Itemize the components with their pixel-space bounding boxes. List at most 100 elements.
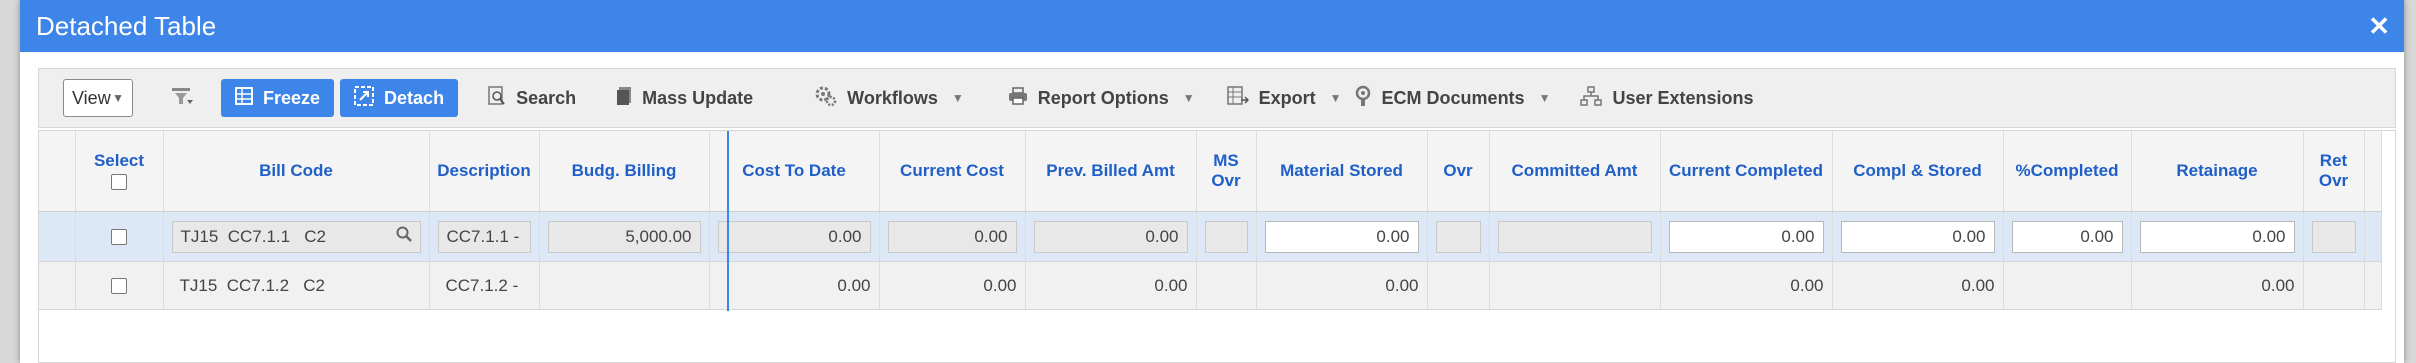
mass-update-label: Mass Update [642, 87, 754, 108]
pct-completed-input[interactable]: 0.00 [2011, 220, 2123, 253]
detach-label: Detach [384, 87, 445, 108]
filter-icon[interactable] [171, 86, 195, 111]
description-field[interactable]: CC7.1.1 - [437, 220, 531, 253]
col-ret-ovr[interactable]: Ret Ovr [2303, 131, 2365, 212]
current-completed-input[interactable]: 0.00 [1668, 220, 1824, 253]
description-cell: CC7.1.2 - [429, 261, 540, 310]
user-extensions-button[interactable]: User Extensions [1566, 79, 1767, 117]
ecm-documents-label: ECM Documents [1381, 87, 1525, 108]
export-caret-icon[interactable]: ▼ [1330, 91, 1342, 105]
ovr-cell [1427, 261, 1490, 310]
col-select[interactable]: Select [75, 131, 164, 212]
ret-ovr-cell [2303, 211, 2365, 262]
budg-billing-cell: 5,000.00 [539, 211, 710, 262]
row-select-checkbox[interactable] [111, 278, 127, 295]
ovr-field [1435, 220, 1481, 253]
export-icon [1226, 85, 1249, 111]
compl-stored-input[interactable]: 0.00 [1840, 220, 1995, 253]
col-ms-ovr-line2: Ovr [1211, 171, 1241, 190]
overflow-cell [2364, 211, 2382, 262]
col-cost-to-date[interactable]: Cost To Date [709, 131, 880, 212]
col-pct-completed[interactable]: %Completed [2003, 131, 2132, 212]
pct-completed-cell: 0.00 [2003, 211, 2132, 262]
document-icon [616, 86, 632, 111]
cost-to-date-cell: 0.00 [709, 211, 880, 262]
prev-billed-amt-cell: 0.00 [1025, 261, 1197, 310]
bill-code-cell: TJ15 CC7.1.2 C2 [163, 261, 430, 310]
ret-ovr-field [2311, 220, 2356, 253]
detached-table-dialog: Detached Table ✕ View ▼ Freeze Detach Se… [20, 0, 2404, 363]
col-bill-code[interactable]: Bill Code [163, 131, 430, 212]
budg-billing-cell [539, 261, 710, 310]
bill-code-cell: TJ15 CC7.1.1 C2 [163, 211, 430, 262]
ecm-icon [1354, 85, 1372, 112]
retainage-input[interactable]: 0.00 [2139, 220, 2295, 253]
prev-billed-amt-cell: 0.00 [1025, 211, 1197, 262]
ecm-documents-button[interactable]: ECM Documents [1354, 79, 1539, 117]
ms-ovr-cell [1196, 261, 1257, 310]
search-icon[interactable] [396, 226, 412, 247]
current-cost-cell: 0.00 [879, 261, 1026, 310]
freeze-label: Freeze [263, 87, 321, 108]
toolbar: View ▼ Freeze Detach Search Mass Update [38, 68, 2396, 128]
ms-ovr-field [1204, 220, 1248, 253]
col-ms-ovr[interactable]: MS Ovr [1196, 131, 1257, 212]
search-button[interactable]: Search [474, 79, 590, 117]
col-committed-amt[interactable]: Committed Amt [1489, 131, 1661, 212]
col-compl-stored[interactable]: Compl & Stored [1832, 131, 2004, 212]
row-header-cell [39, 261, 76, 310]
chevron-down-icon: ▼ [112, 91, 124, 105]
user-extensions-label: User Extensions [1612, 87, 1754, 108]
col-retainage[interactable]: Retainage [2131, 131, 2304, 212]
mass-update-button[interactable]: Mass Update [602, 79, 767, 117]
current-cost-field: 0.00 [887, 220, 1017, 253]
col-description[interactable]: Description [429, 131, 540, 212]
material-stored-input[interactable]: 0.00 [1264, 220, 1419, 253]
dialog-title: Detached Table [36, 10, 217, 41]
ms-ovr-cell [1196, 211, 1257, 262]
search-icon [488, 85, 506, 111]
col-material-stored[interactable]: Material Stored [1256, 131, 1428, 212]
col-current-completed[interactable]: Current Completed [1660, 131, 1833, 212]
material-stored-cell: 0.00 [1256, 261, 1428, 310]
close-icon[interactable]: ✕ [2368, 11, 2390, 42]
ovr-cell [1427, 211, 1490, 262]
export-label: Export [1258, 87, 1316, 108]
col-ovr[interactable]: Ovr [1427, 131, 1490, 212]
col-budg-billing[interactable]: Budg. Billing [539, 131, 710, 212]
bill-code-value: TJ15 CC7.1.1 C2 [180, 226, 327, 246]
report-options-label: Report Options [1037, 87, 1169, 108]
ecm-documents-caret-icon[interactable]: ▼ [1539, 91, 1551, 105]
pct-completed-cell [2003, 261, 2132, 310]
col-prev-billed-amt[interactable]: Prev. Billed Amt [1025, 131, 1197, 212]
select-all-checkbox[interactable] [111, 173, 127, 190]
freeze-icon [235, 86, 253, 110]
budg-billing-field: 5,000.00 [547, 220, 701, 253]
report-options-button[interactable]: Report Options [994, 79, 1183, 117]
bill-code-field[interactable]: TJ15 CC7.1.1 C2 [171, 220, 421, 253]
compl-stored-cell: 0.00 [1832, 211, 2004, 262]
row-header-cell [39, 211, 76, 262]
freeze-button[interactable]: Freeze [221, 79, 335, 117]
prev-billed-amt-field: 0.00 [1033, 220, 1188, 253]
col-ms-ovr-line1: MS [1213, 151, 1239, 170]
committed-amt-cell [1489, 211, 1661, 262]
cost-to-date-cell: 0.00 [709, 261, 880, 310]
row-select-checkbox[interactable] [111, 229, 127, 246]
table-row[interactable]: TJ15 CC7.1.1 C2 CC7.1.1 - 5,000.00 0.00 [39, 211, 2382, 262]
report-options-caret-icon[interactable]: ▼ [1183, 91, 1195, 105]
export-button[interactable]: Export [1213, 79, 1330, 117]
search-label: Search [516, 87, 577, 108]
col-ret-ovr-line2: Ovr [2318, 171, 2349, 190]
printer-icon [1008, 86, 1028, 110]
view-select[interactable]: View ▼ [63, 79, 133, 117]
current-completed-cell: 0.00 [1660, 261, 1833, 310]
ret-ovr-cell [2303, 261, 2365, 310]
col-current-cost[interactable]: Current Cost [879, 131, 1026, 212]
workflows-caret-icon[interactable]: ▼ [952, 91, 964, 105]
detach-button[interactable]: Detach [340, 79, 459, 117]
cost-to-date-field: 0.00 [717, 220, 871, 253]
table-row[interactable]: TJ15 CC7.1.2 C2 CC7.1.2 - 0.00 0.00 0.00… [39, 261, 2382, 310]
gears-icon [815, 86, 837, 111]
workflows-button[interactable]: Workflows [801, 79, 952, 117]
